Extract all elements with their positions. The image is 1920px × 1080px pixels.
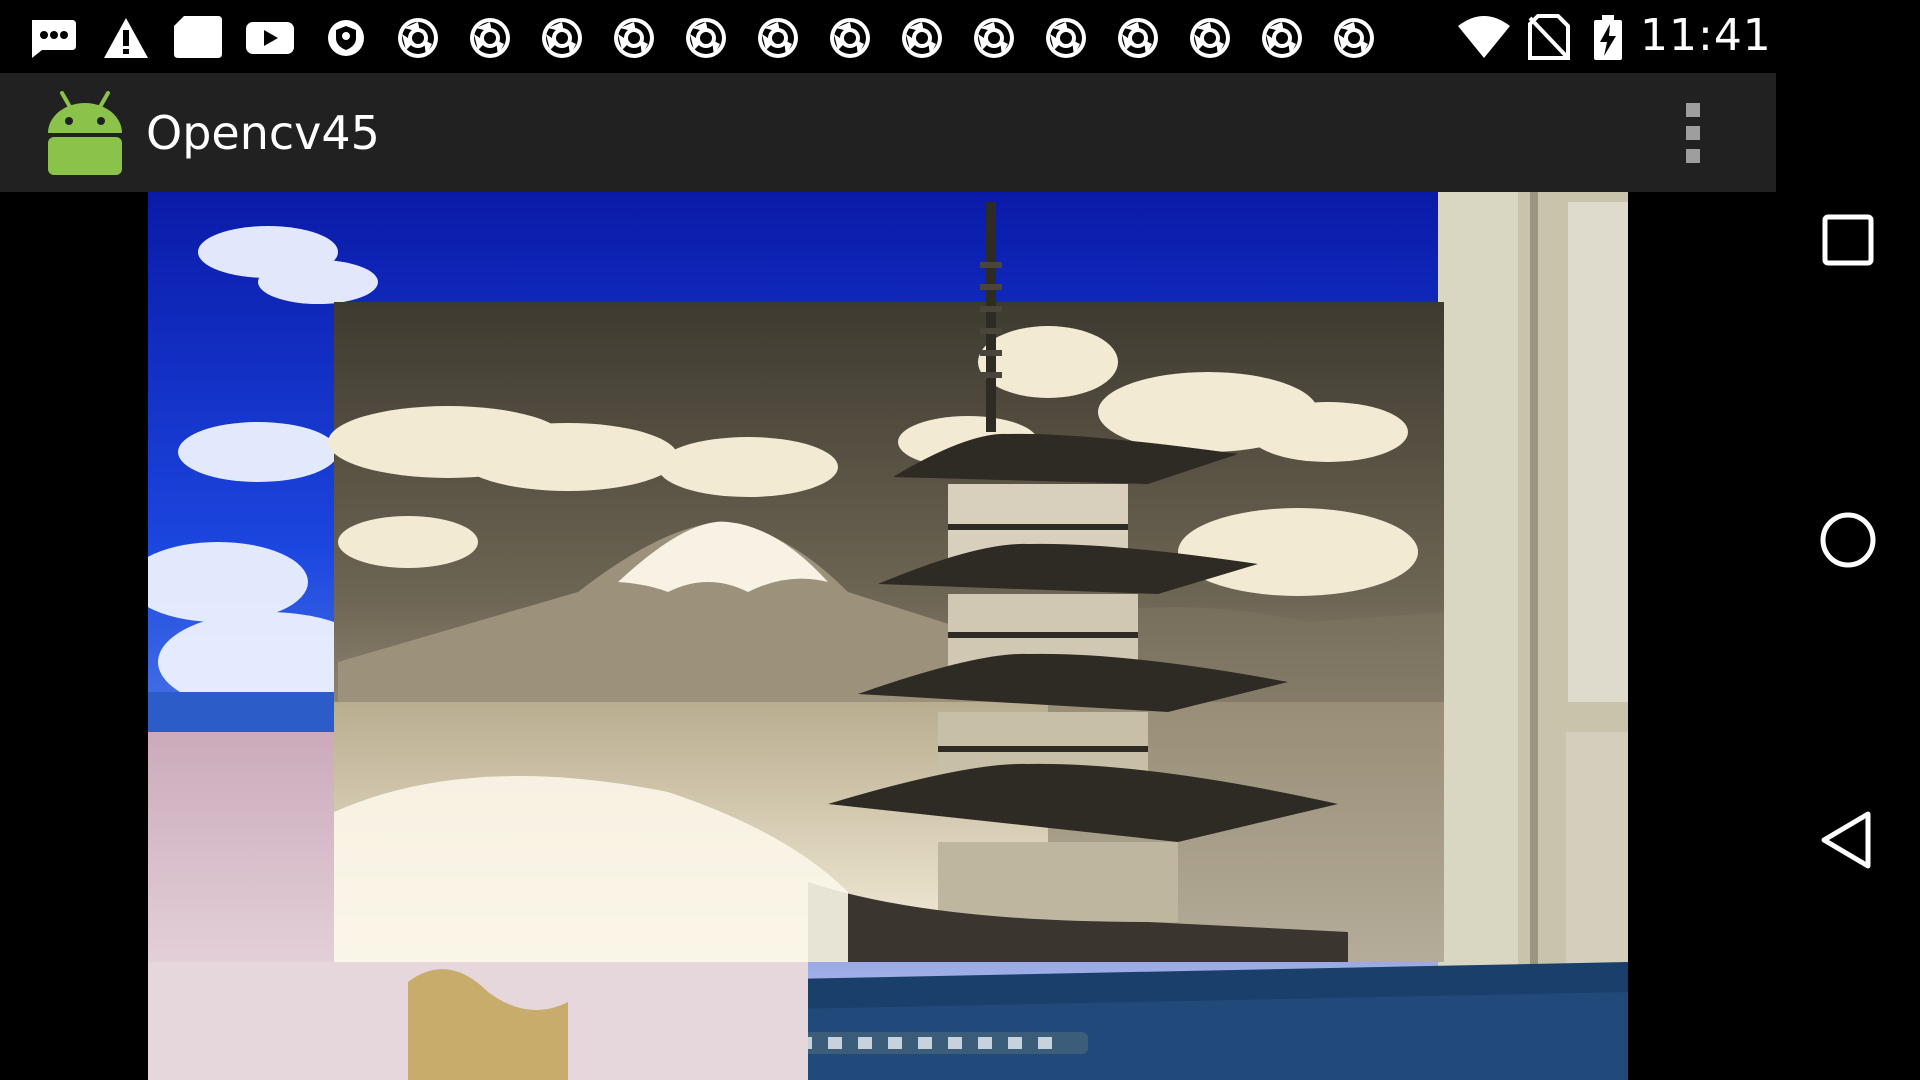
navigation-bar (1776, 0, 1920, 1080)
chrome-icon (614, 18, 654, 58)
shield-icon (328, 20, 364, 56)
warning-icon (104, 18, 148, 58)
chrome-icon (902, 18, 942, 58)
chrome-icon (542, 18, 582, 58)
sd-card-icon (174, 16, 222, 58)
no-sim-icon (1528, 14, 1570, 60)
youtube-icon (246, 22, 294, 54)
processed-region (328, 202, 1444, 962)
sms-bubble-icon (32, 20, 76, 58)
chrome-icon (470, 18, 510, 58)
status-time: 11:41 (1640, 10, 1772, 61)
recents-icon[interactable] (1798, 190, 1898, 290)
back-icon[interactable] (1798, 790, 1898, 890)
chrome-icon (1262, 18, 1302, 58)
chrome-icon (1046, 18, 1086, 58)
chrome-icon (1118, 18, 1158, 58)
wifi-icon (1458, 16, 1510, 58)
overflow-menu-icon[interactable] (1668, 97, 1718, 169)
chrome-icon (398, 18, 438, 58)
camera-preview[interactable] (148, 192, 1628, 1080)
app-title: Opencv45 (146, 106, 380, 160)
status-bar: 11:41 (0, 0, 1776, 73)
chrome-icon (1190, 18, 1230, 58)
chrome-icon (758, 18, 798, 58)
chrome-icon (686, 18, 726, 58)
chrome-icon (974, 18, 1014, 58)
android-robot-icon (48, 91, 122, 175)
chrome-icon (1334, 18, 1374, 58)
chrome-icon (830, 18, 870, 58)
home-icon[interactable] (1798, 490, 1898, 590)
battery-charging-icon (1594, 15, 1622, 60)
action-bar: Opencv45 (0, 73, 1776, 192)
